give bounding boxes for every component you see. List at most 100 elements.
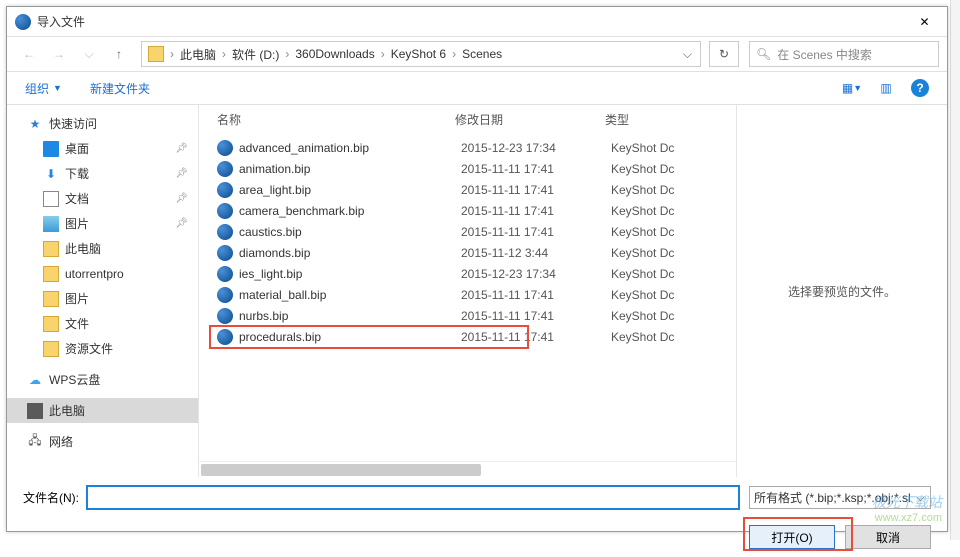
file-date: 2015-11-11 17:41 (461, 183, 611, 197)
folder-icon (43, 316, 59, 332)
file-row[interactable]: nurbs.bip2015-11-11 17:41KeyShot Dc (199, 305, 736, 326)
sidebar-item-files[interactable]: 文件 (7, 311, 198, 336)
cancel-button[interactable]: 取消 (845, 525, 931, 549)
breadcrumb-item[interactable]: 软件 (D:) (228, 46, 283, 63)
breadcrumb[interactable]: › 此电脑 › 软件 (D:) › 360Downloads › KeyShot… (141, 41, 701, 67)
file-row[interactable]: animation.bip2015-11-11 17:41KeyShot Dc (199, 158, 736, 179)
file-type-filter[interactable]: 所有格式 (*.bip;*.ksp;*.obj;*.sl (749, 486, 931, 509)
file-rows: advanced_animation.bip2015-12-23 17:34Ke… (199, 133, 736, 351)
folder-icon (43, 291, 59, 307)
file-date: 2015-11-11 17:41 (461, 162, 611, 176)
folder-icon (43, 341, 59, 357)
file-name: material_ball.bip (239, 288, 461, 302)
file-type: KeyShot Dc (611, 309, 674, 323)
sidebar-item-network[interactable]: 🖧︎网络 (7, 429, 198, 454)
sidebar-item-pictures2[interactable]: 图片 (7, 286, 198, 311)
help-button[interactable]: ? (905, 76, 935, 100)
pc-icon (27, 403, 43, 419)
sidebar-item-wps-cloud[interactable]: ☁WPS云盘 (7, 367, 198, 392)
filename-row: 文件名(N): 所有格式 (*.bip;*.ksp;*.obj;*.sl (7, 477, 947, 517)
folder-icon (148, 46, 164, 62)
sidebar-item-desktop[interactable]: 桌面📌︎ (7, 136, 198, 161)
file-row[interactable]: advanced_animation.bip2015-12-23 17:34Ke… (199, 137, 736, 158)
pin-icon: 📌︎ (175, 143, 188, 154)
file-icon (217, 182, 233, 198)
file-icon (217, 224, 233, 240)
breadcrumb-item[interactable]: KeyShot 6 (387, 47, 450, 61)
sidebar-item-quick-access[interactable]: ★快速访问 (7, 111, 198, 136)
organize-button[interactable]: 组织▼ (19, 76, 68, 101)
file-name: advanced_animation.bip (239, 141, 461, 155)
file-date: 2015-11-11 17:41 (461, 330, 611, 344)
file-name: ies_light.bip (239, 267, 461, 281)
nav-recent-button[interactable]: ⌵ (75, 41, 103, 67)
chevron-right-icon: › (450, 47, 458, 61)
file-row[interactable]: camera_benchmark.bip2015-11-11 17:41KeyS… (199, 200, 736, 221)
file-name: diamonds.bip (239, 246, 461, 260)
help-icon: ? (911, 79, 929, 97)
main-area: ★快速访问 桌面📌︎ ⬇下载📌︎ 文档📌︎ 图片📌︎ 此电脑 utorrentp… (7, 105, 947, 477)
chevron-down-icon: ▼ (53, 83, 62, 93)
column-type[interactable]: 类型 (605, 111, 736, 128)
file-row[interactable]: procedurals.bip2015-11-11 17:41KeyShot D… (199, 326, 736, 347)
nav-forward-button[interactable]: → (45, 41, 73, 67)
file-icon (217, 266, 233, 282)
file-icon (217, 245, 233, 261)
file-row[interactable]: material_ball.bip2015-11-11 17:41KeyShot… (199, 284, 736, 305)
sidebar-item-pictures[interactable]: 图片📌︎ (7, 211, 198, 236)
file-row[interactable]: area_light.bip2015-11-11 17:41KeyShot Dc (199, 179, 736, 200)
button-row: 打开(O) 取消 (7, 517, 947, 557)
file-row[interactable]: ies_light.bip2015-12-23 17:34KeyShot Dc (199, 263, 736, 284)
horizontal-scrollbar[interactable] (199, 461, 736, 477)
column-date[interactable]: 修改日期 (455, 111, 605, 128)
file-row[interactable]: caustics.bip2015-11-11 17:41KeyShot Dc (199, 221, 736, 242)
breadcrumb-dropdown-icon[interactable]: ⌵ (675, 47, 700, 62)
view-options-button[interactable]: ▦ ▼ (837, 76, 867, 100)
search-input[interactable]: 🔍︎ 在 Scenes 中搜索 (749, 41, 939, 67)
sidebar-item-thispc[interactable]: 此电脑 (7, 236, 198, 261)
pin-icon: 📌︎ (175, 218, 188, 229)
breadcrumb-item[interactable]: 此电脑 (176, 46, 220, 63)
app-icon (15, 14, 31, 30)
star-icon: ★ (27, 116, 43, 132)
breadcrumb-item[interactable]: 360Downloads (291, 47, 378, 61)
chevron-right-icon: › (220, 47, 228, 61)
sidebar-item-resource-files[interactable]: 资源文件 (7, 336, 198, 361)
sidebar-item-downloads[interactable]: ⬇下载📌︎ (7, 161, 198, 186)
sidebar-item-this-pc[interactable]: 此电脑 (7, 398, 198, 423)
breadcrumb-item[interactable]: Scenes (458, 47, 506, 61)
scrollbar-thumb[interactable] (201, 464, 481, 476)
outer-window-edge (950, 0, 960, 540)
nav-back-button[interactable]: ← (15, 41, 43, 67)
filename-input[interactable] (87, 486, 739, 509)
filename-label: 文件名(N): (23, 489, 79, 506)
chevron-right-icon: › (168, 47, 176, 61)
nav-up-button[interactable]: ↑ (105, 41, 133, 67)
file-date: 2015-12-23 17:34 (461, 267, 611, 281)
file-type: KeyShot Dc (611, 162, 674, 176)
titlebar: 导入文件 ✕ (7, 7, 947, 37)
file-date: 2015-11-11 17:41 (461, 309, 611, 323)
column-name[interactable]: 名称 (217, 111, 455, 128)
file-type: KeyShot Dc (611, 288, 674, 302)
file-date: 2015-11-11 17:41 (461, 288, 611, 302)
file-icon (217, 140, 233, 156)
file-row[interactable]: diamonds.bip2015-11-12 3:44KeyShot Dc (199, 242, 736, 263)
file-name: animation.bip (239, 162, 461, 176)
new-folder-button[interactable]: 新建文件夹 (84, 76, 156, 101)
refresh-button[interactable]: ↻ (709, 41, 739, 67)
sidebar-item-documents[interactable]: 文档📌︎ (7, 186, 198, 211)
file-type: KeyShot Dc (611, 267, 674, 281)
file-date: 2015-12-23 17:34 (461, 141, 611, 155)
desktop-icon (43, 141, 59, 157)
pictures-icon (43, 216, 59, 232)
file-icon (217, 329, 233, 345)
file-type: KeyShot Dc (611, 330, 674, 344)
open-button[interactable]: 打开(O) (749, 525, 835, 549)
file-area: 名称 修改日期 类型 advanced_animation.bip2015-12… (199, 105, 947, 477)
file-name: camera_benchmark.bip (239, 204, 461, 218)
file-name: procedurals.bip (239, 330, 461, 344)
sidebar-item-utorrentpro[interactable]: utorrentpro (7, 261, 198, 286)
preview-pane-button[interactable]: ▥ (871, 76, 901, 100)
close-button[interactable]: ✕ (902, 7, 947, 37)
